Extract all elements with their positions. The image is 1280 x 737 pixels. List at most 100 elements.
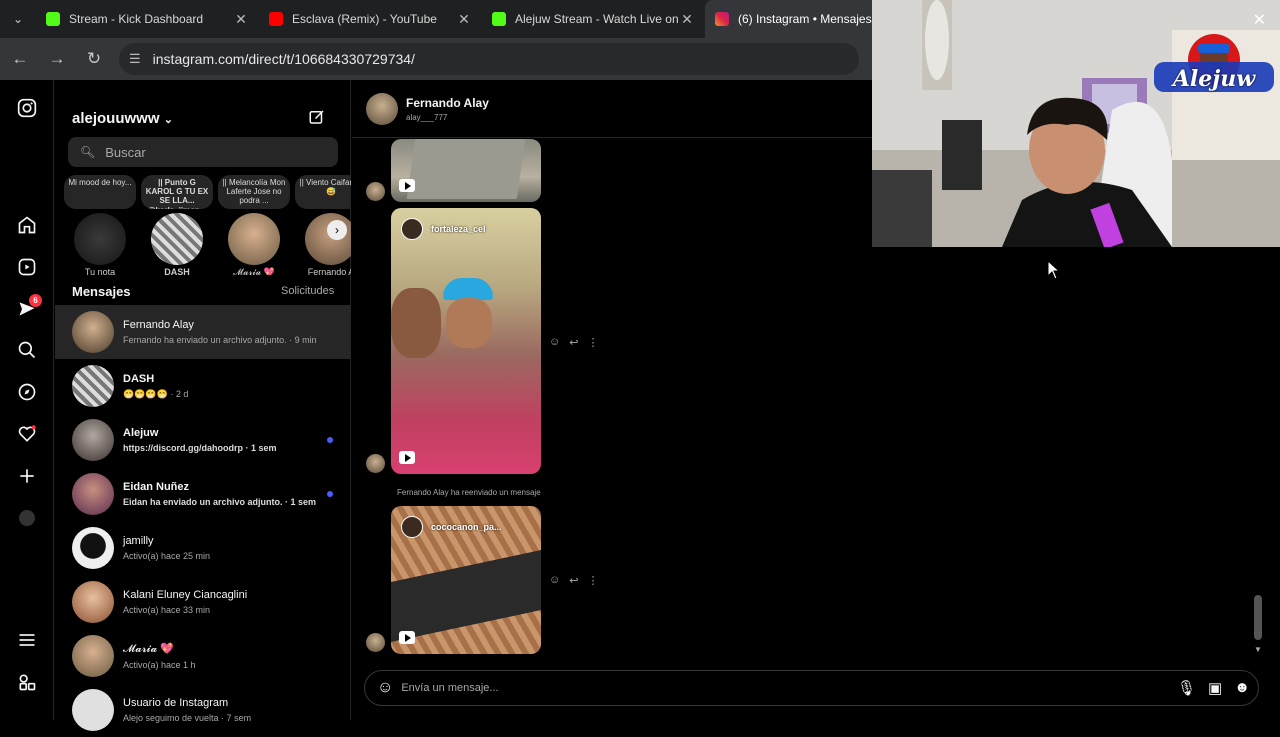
profile-avatar-icon[interactable] [15, 506, 39, 530]
thread-preview: 😁😁😁😁 · 2 d [123, 388, 189, 399]
instagram-logo-icon[interactable] [15, 96, 39, 120]
thread-row[interactable]: 𝓜𝓪𝓻𝓲𝓪 💖 Activo(a) hace 1 h [55, 629, 351, 683]
emoji-icon[interactable]: ☺ [377, 679, 393, 697]
unread-dot [327, 437, 333, 443]
more-icon[interactable]: ⋮ [587, 336, 598, 349]
reel-icon [399, 631, 415, 644]
scroll-down-icon[interactable]: ▼ [1254, 645, 1262, 654]
home-icon[interactable] [15, 213, 39, 237]
notes-tray: Mi mood de hoy... Tu nota |⁦|⁩ Punto G K… [63, 175, 351, 275]
kick-icon [492, 12, 506, 26]
account-username: alejouuwww [72, 110, 160, 127]
search-input[interactable]: 🔍︎ Buscar [68, 137, 338, 167]
image-icon[interactable]: ▣ [1208, 679, 1222, 697]
thread-name: Fernando Alay [123, 319, 194, 331]
thread-name: jamilly [123, 535, 154, 547]
avatar [72, 581, 114, 623]
tab-kick-dashboard[interactable]: Stream - Kick Dashboard ✕ [36, 0, 259, 38]
note-bubble: Mi mood de hoy... [64, 175, 136, 209]
mouse-cursor-icon [1047, 260, 1061, 280]
thread-row[interactable]: Usuario de Instagram Alejo seguimo de vue… [55, 683, 351, 737]
tab-kick-stream[interactable]: Alejuw Stream - Watch Live on K ✕ [482, 0, 705, 38]
note-item[interactable]: || Melancolía Mon Laferte Jose no podra … [217, 175, 291, 275]
reply-icon[interactable]: ↩ [569, 336, 578, 349]
search-placeholder: Buscar [105, 144, 146, 160]
tab-search-button[interactable]: ⌄ [0, 0, 36, 38]
window-close-icon[interactable]: ✕ [1253, 10, 1266, 30]
sticker-icon[interactable]: ☻ [1234, 679, 1250, 697]
shared-reel[interactable]: fortaleza_cel [391, 208, 541, 474]
avatar [366, 633, 385, 652]
note-name: DASH [164, 267, 190, 275]
more-menu-icon[interactable] [15, 628, 39, 652]
site-settings-icon[interactable]: ☰ [129, 51, 141, 67]
close-icon[interactable]: ✕ [456, 11, 472, 28]
avatar [72, 689, 114, 731]
thread-preview: Activo(a) hace 25 min [123, 551, 211, 561]
message-placeholder: Envía un mensaje... [401, 682, 499, 694]
avatar [401, 516, 423, 538]
reels-icon[interactable] [15, 255, 39, 279]
note-item[interactable]: Mi mood de hoy... Tu nota [63, 175, 137, 275]
thread-preview: Alejo seguimo de vuelta · 7 sem [123, 713, 252, 723]
thread-preview: Eidan ha enviado un archivo adjunto. · 1… [123, 497, 317, 507]
threads-apps-icon[interactable] [15, 670, 39, 694]
shared-reel[interactable]: cococanon_pa... [391, 506, 541, 654]
youtube-icon [269, 12, 283, 26]
back-icon[interactable]: ← [3, 42, 37, 76]
react-icon[interactable]: ☺ [549, 336, 560, 349]
thread-preview: Activo(a) hace 1 h [123, 660, 196, 670]
chat-contact-username: alay___777 [406, 113, 448, 122]
tab-youtube[interactable]: Esclava (Remix) - YouTube ✕ [259, 0, 482, 38]
reload-icon[interactable]: ↻ [77, 42, 111, 76]
logo-text: Alejuw [1172, 66, 1256, 92]
url-input[interactable]: ☰ instagram.com/direct/t/106684330729734… [119, 43, 859, 75]
instagram-icon [715, 12, 729, 26]
microphone-icon[interactable]: 🎙︎ [1177, 679, 1196, 697]
avatar [366, 454, 385, 473]
avatar [151, 213, 203, 265]
avatar [74, 213, 126, 265]
thread-row[interactable]: Kalani Eluney Ciancaglini Activo(a) hace … [55, 575, 351, 629]
notifications-badge: 6 [29, 294, 42, 307]
close-icon[interactable]: ✕ [679, 11, 695, 28]
message-actions: ☺ ↩ ⋮ [549, 336, 598, 349]
reel-handle: fortaleza_cel [431, 224, 486, 234]
chevron-right-icon[interactable]: › [327, 220, 347, 240]
note-bubble: || Melancolía Mon Laferte Jose no podra … [218, 175, 290, 209]
thread-list: Fernando Alay Fernando ha enviado un arch… [55, 305, 351, 737]
avatar [72, 473, 114, 515]
forward-icon[interactable]: → [40, 42, 74, 76]
search-icon[interactable] [15, 338, 39, 362]
thread-name: Alejuw [123, 427, 159, 439]
thread-row[interactable]: jamilly Activo(a) hace 25 min [55, 521, 351, 575]
close-icon[interactable]: ✕ [233, 11, 249, 28]
requests-link[interactable]: Solicitudes [281, 285, 334, 297]
note-bubble: |⁦|⁩ Punto G KAROL G TU EX SE LLA... @ka… [141, 175, 213, 209]
search-icon: 🔍︎ [80, 145, 96, 159]
left-nav: 6 [0, 80, 54, 720]
reply-icon[interactable]: ↩ [569, 574, 578, 587]
compose-icon[interactable] [308, 108, 326, 131]
chat-header[interactable]: Fernando Alay alay___777 [352, 80, 872, 138]
account-switcher[interactable]: alejouuwww ⌄ [72, 110, 173, 127]
tab-title: Alejuw Stream - Watch Live on K [515, 12, 679, 26]
messages-section-title: Mensajes [72, 284, 131, 299]
more-icon[interactable]: ⋮ [587, 574, 598, 587]
message-input[interactable]: ☺ Envía un mensaje... 🎙︎ ▣ ☻ [364, 670, 1259, 706]
thread-row[interactable]: Alejuw https://discord.gg/dahoodrp · 1 se… [55, 413, 351, 467]
reel-handle: cococanon_pa... [431, 522, 502, 532]
thread-row[interactable]: Eidan Nuñez Eidan ha enviado un archivo a… [55, 467, 351, 521]
react-icon[interactable]: ☺ [549, 574, 560, 587]
create-icon[interactable] [15, 464, 39, 488]
explore-icon[interactable] [15, 380, 39, 404]
scrollbar[interactable] [1254, 595, 1262, 640]
note-item[interactable]: |⁦|⁩ Punto G KAROL G TU EX SE LLA... @ka… [140, 175, 214, 275]
inbox-panel: alejouuwww ⌄ 🔍︎ Buscar Mi mood de hoy...… [55, 80, 351, 731]
reel-icon [399, 179, 415, 192]
thread-row[interactable]: DASH 😁😁😁😁 · 2 d [55, 359, 351, 413]
shared-reel[interactable] [391, 139, 541, 202]
forwarded-label: Fernando Alay ha reenviado un mensaje [397, 488, 541, 497]
thread-row[interactable]: Fernando Alay Fernando ha enviado un arch… [55, 305, 351, 359]
heart-icon[interactable] [15, 422, 39, 446]
